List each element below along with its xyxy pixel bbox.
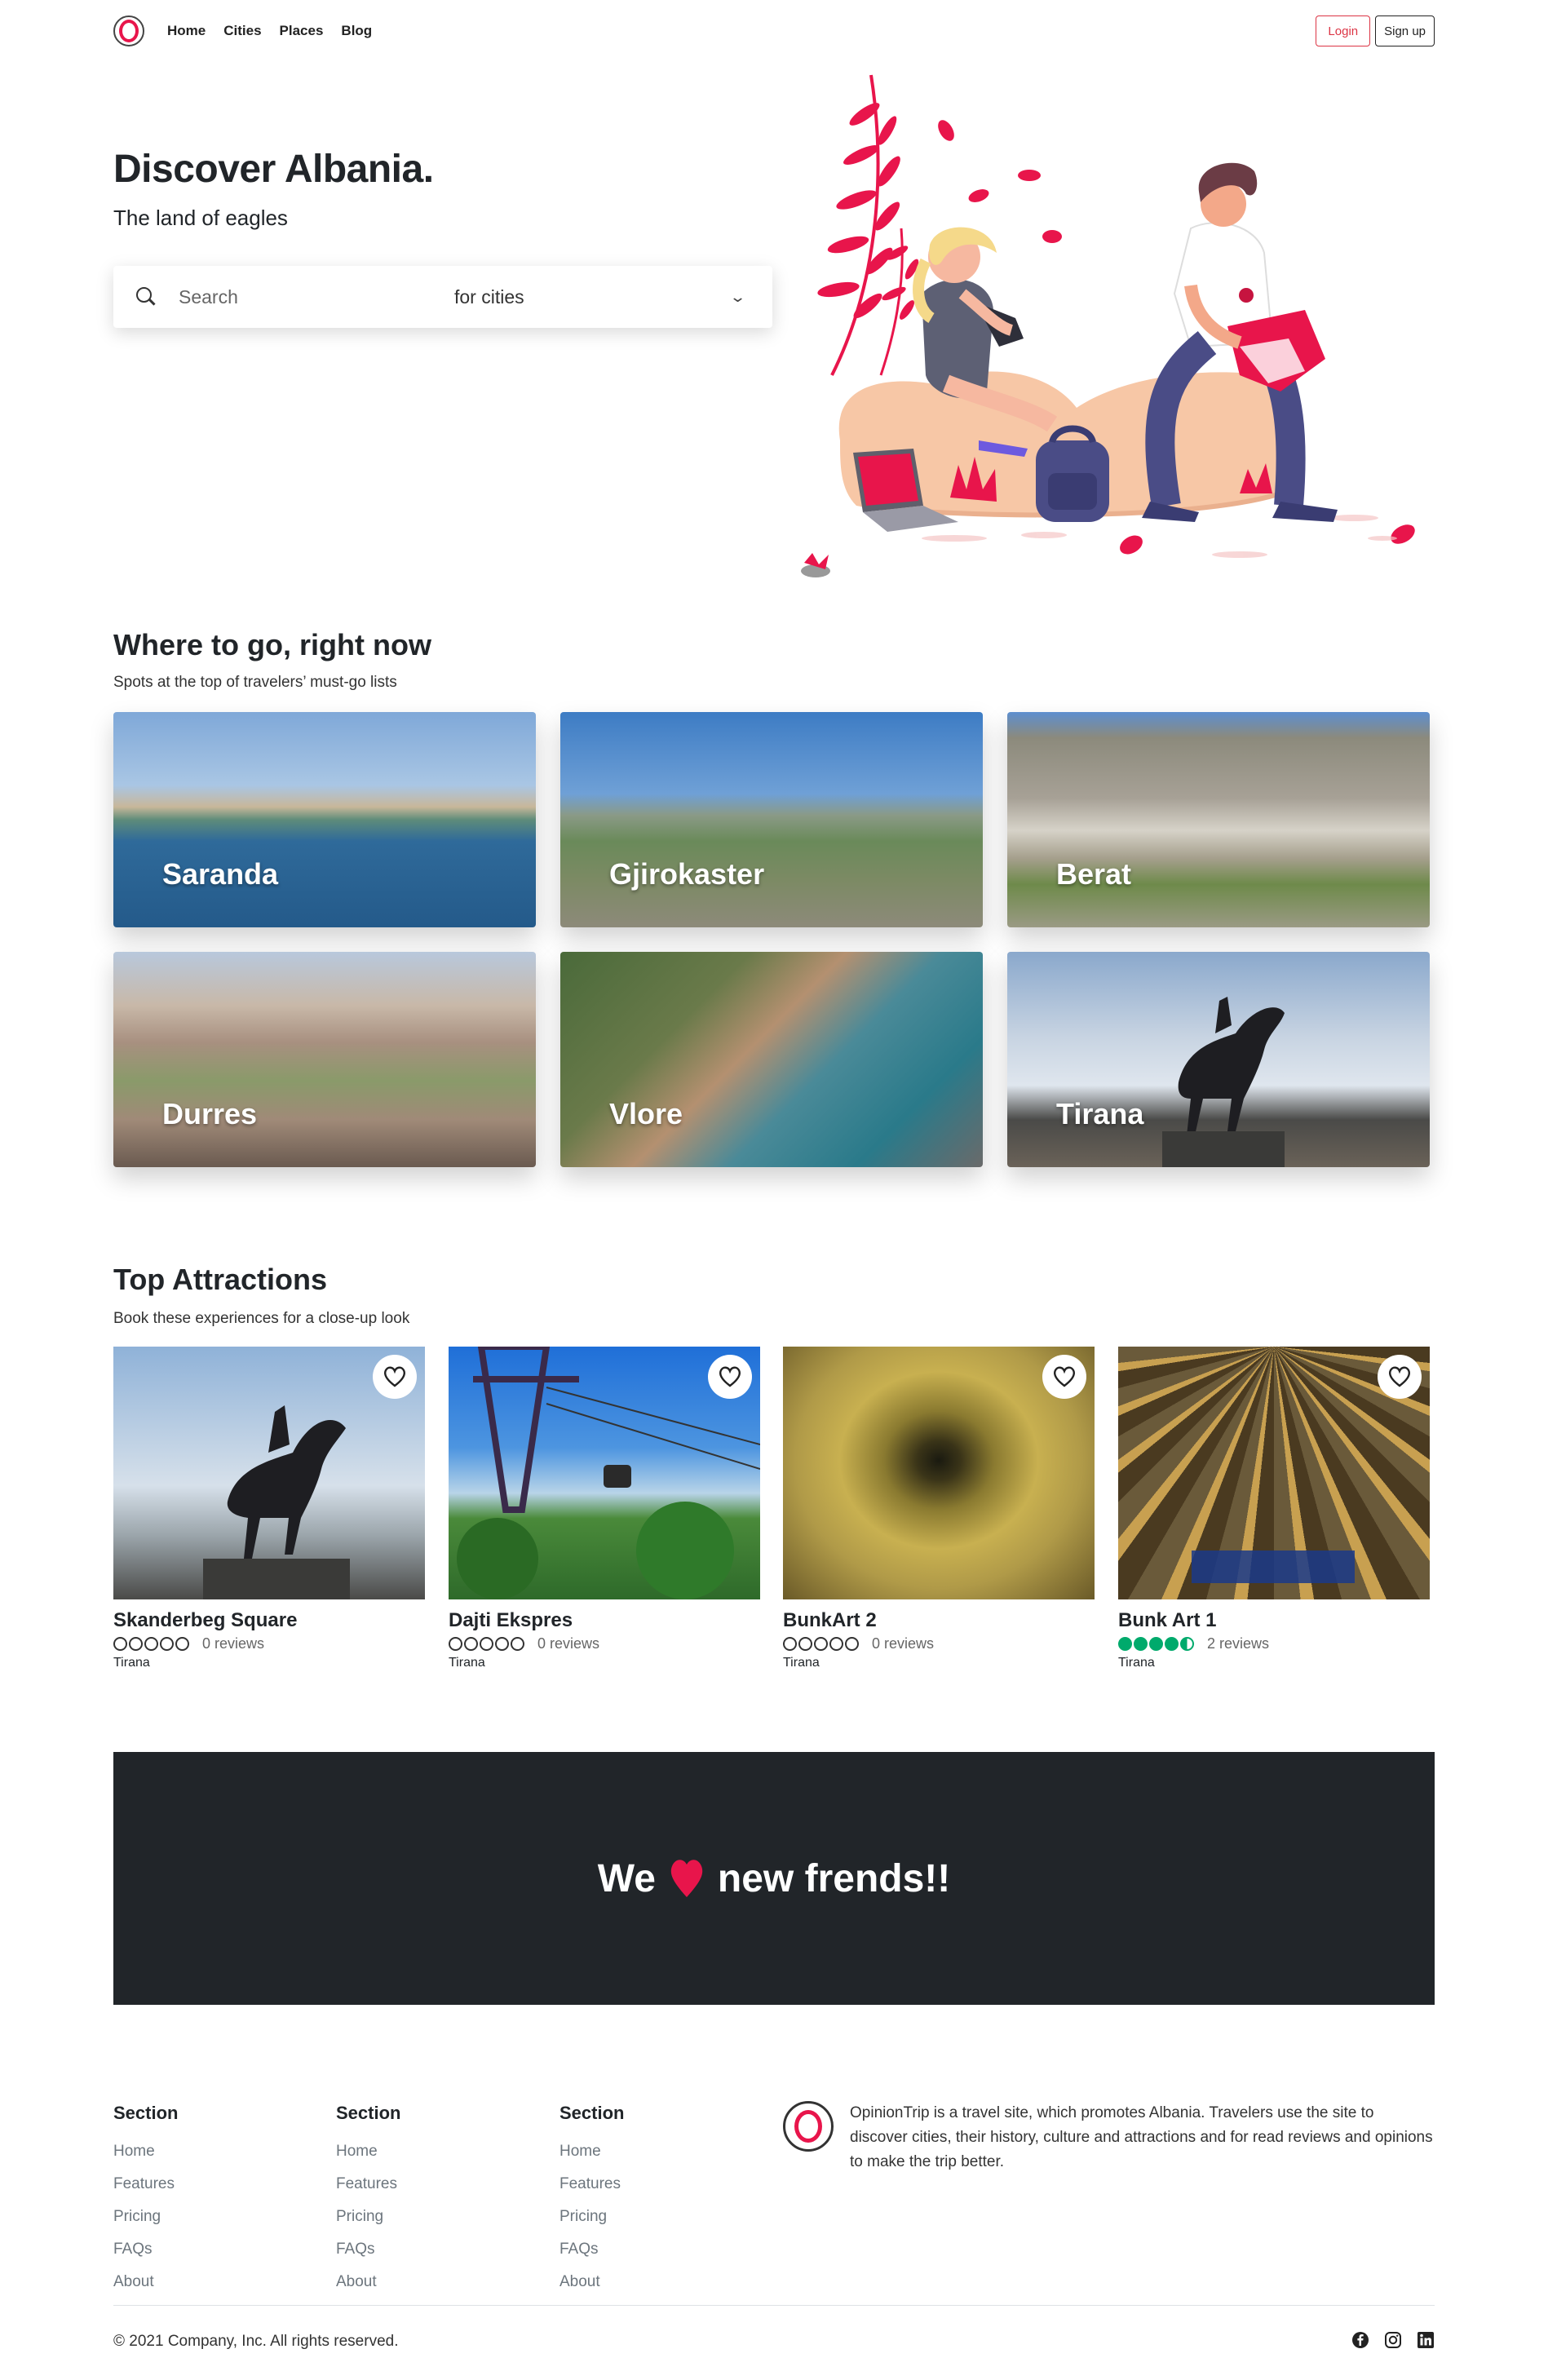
footer-link[interactable]: Pricing [559,2201,624,2233]
search-scope-select[interactable]: for cities [454,286,732,308]
attraction-image[interactable] [449,1347,760,1599]
footer-column: Section Home Features Pricing FAQs About [336,2103,400,2298]
top-attractions-subtitle: Book these experiences for a close-up lo… [113,1310,410,1327]
where-to-go-subtitle: Spots at the top of travelers’ must-go l… [113,674,397,691]
rating-bubbles: 0 reviews [113,1635,425,1652]
footer-link[interactable]: About [113,2266,178,2298]
attraction-image[interactable] [783,1347,1095,1599]
nav-link-places[interactable]: Places [280,23,324,39]
travelers-illustration [801,74,1415,577]
city-card-gjirokaster[interactable]: Gjirokaster [560,712,983,927]
attraction-name[interactable]: Dajti Ekspres [449,1609,760,1632]
banner-text-end: new frends!! [717,1856,951,1900]
footer-link[interactable]: Features [559,2168,624,2201]
attraction-card[interactable]: Dajti Ekspres 0 reviews Tirana [449,1347,760,1670]
city-name: Vlore [609,1097,683,1130]
footer-link[interactable]: FAQs [336,2233,400,2266]
heart-icon [670,1860,703,1897]
footer-link[interactable]: FAQs [113,2233,178,2266]
statue-silhouette [1162,997,1285,1167]
review-count[interactable]: 0 reviews [872,1635,934,1652]
instagram-icon[interactable] [1384,2331,1402,2349]
attraction-location: Tirana [449,1656,485,1670]
city-name: Gjirokaster [609,857,765,891]
city-card-berat[interactable]: Berat [1007,712,1430,927]
footer-heading: Section [336,2103,401,2123]
city-name: Saranda [162,857,279,891]
footer-link[interactable]: Pricing [336,2201,400,2233]
attraction-name[interactable]: Bunk Art 1 [1118,1609,1430,1632]
attraction-card[interactable]: Bunk Art 1 2 reviews Tirana [1118,1347,1430,1670]
heart-icon [1053,1366,1076,1387]
footer-link[interactable]: Home [559,2135,624,2168]
rating-bubbles: 0 reviews [783,1635,1095,1652]
attraction-name[interactable]: BunkArt 2 [783,1609,1095,1632]
top-attractions-title: Top Attractions [113,1263,327,1296]
footer-link[interactable]: Features [113,2168,178,2201]
heart-icon [719,1366,741,1387]
review-count[interactable]: 0 reviews [202,1635,264,1652]
footer-column: Section Home Features Pricing FAQs About [559,2103,624,2298]
copyright: © 2021 Company, Inc. All rights reserved… [113,2333,399,2350]
facebook-icon[interactable] [1351,2331,1369,2349]
search-icon [136,287,156,307]
nav-link-cities[interactable]: Cities [223,23,261,39]
logo-icon [783,2101,834,2152]
heart-icon [383,1366,406,1387]
banner-text-start: We [597,1856,656,1900]
search-input[interactable] [179,285,440,308]
nav-link-home[interactable]: Home [167,23,206,39]
city-card-vlore[interactable]: Vlore [560,952,983,1167]
attraction-location: Tirana [1118,1656,1155,1670]
hero-subtitle: The land of eagles [113,206,288,230]
city-name: Durres [162,1097,258,1130]
heart-icon [1388,1366,1411,1387]
linkedin-icon[interactable] [1417,2331,1435,2349]
city-card-durres[interactable]: Durres [113,952,536,1167]
attraction-image[interactable] [113,1347,425,1599]
footer-about: OpinionTrip is a travel site, which prom… [783,2101,1435,2174]
city-name: Berat [1056,857,1132,891]
attraction-location: Tirana [783,1656,820,1670]
footer-link[interactable]: FAQs [559,2233,624,2266]
social-links [1351,2331,1435,2349]
favorite-button[interactable] [373,1355,417,1399]
favorite-button[interactable] [1378,1355,1422,1399]
city-card-saranda[interactable]: Saranda [113,712,536,927]
where-to-go-title: Where to go, right now [113,628,431,661]
favorite-button[interactable] [1042,1355,1086,1399]
footer-column: Section Home Features Pricing FAQs About [113,2103,178,2298]
attraction-image[interactable] [1118,1347,1430,1599]
rating-bubbles: 2 reviews [1118,1635,1430,1652]
footer-link[interactable]: About [559,2266,624,2298]
favorite-button[interactable] [708,1355,752,1399]
friends-banner: We new frends!! [113,1752,1435,2005]
attraction-location: Tirana [113,1656,150,1670]
signup-button[interactable]: Sign up [1375,15,1435,46]
footer-heading: Section [559,2103,625,2123]
footer-link[interactable]: Home [336,2135,400,2168]
footer-link[interactable]: Features [336,2168,400,2201]
chevron-down-icon[interactable]: ⌄ [729,289,746,306]
search-bar: for cities ⌄ [113,266,772,328]
login-button[interactable]: Login [1316,15,1371,46]
nav-link-blog[interactable]: Blog [341,23,372,39]
footer-link[interactable]: Home [113,2135,178,2168]
review-count[interactable]: 2 reviews [1207,1635,1269,1652]
attraction-name[interactable]: Skanderbeg Square [113,1609,425,1632]
footer-link[interactable]: About [336,2266,400,2298]
rating-bubbles: 0 reviews [449,1635,760,1652]
attraction-card[interactable]: BunkArt 2 0 reviews Tirana [783,1347,1095,1670]
navbar: Home Cities Places Blog Login Sign up [113,0,1435,62]
attraction-card[interactable]: Skanderbeg Square 0 reviews Tirana [113,1347,425,1670]
review-count[interactable]: 0 reviews [537,1635,599,1652]
footer-link[interactable]: Pricing [113,2201,178,2233]
city-card-tirana[interactable]: Tirana [1007,952,1430,1167]
hero-title: Discover Albania. [113,148,434,191]
city-name: Tirana [1056,1097,1144,1130]
footer-divider [113,2305,1435,2306]
logo-icon[interactable] [113,15,144,46]
footer-heading: Section [113,2103,179,2123]
about-text: OpinionTrip is a travel site, which prom… [850,2104,1433,2170]
